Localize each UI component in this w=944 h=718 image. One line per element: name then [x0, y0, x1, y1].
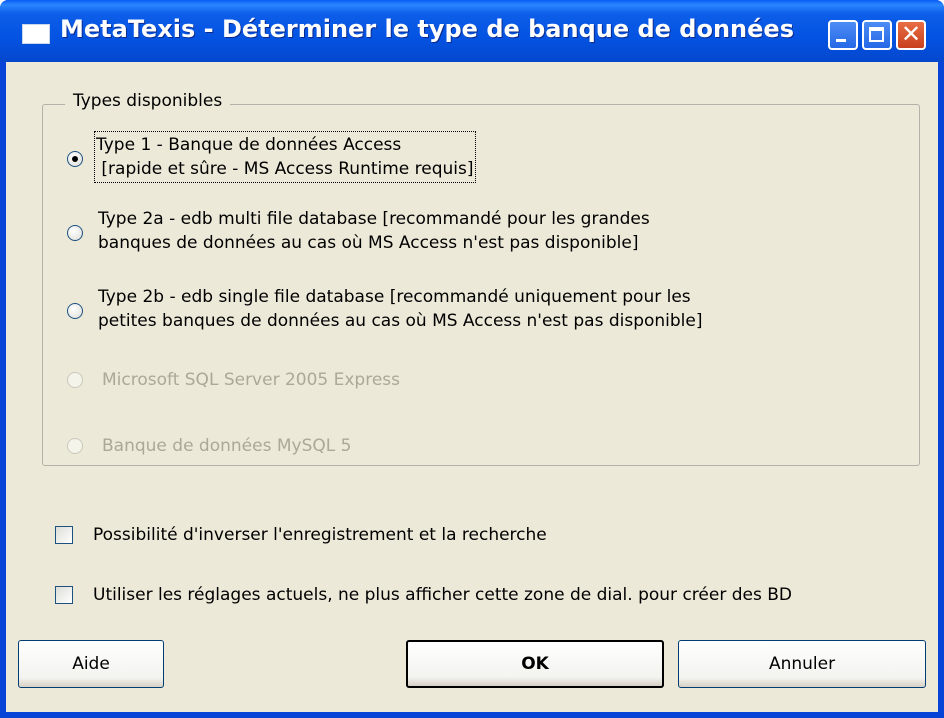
cancel-button[interactable]: Annuler — [678, 640, 926, 688]
dialog-client-area: Types disponibles Type 1 - Banque de don… — [6, 62, 938, 712]
maximize-button[interactable] — [862, 20, 892, 50]
checkbox-label-inverse[interactable]: Possibilité d'inverser l'enregistrement … — [93, 525, 547, 545]
radio-type-2b[interactable] — [67, 303, 83, 319]
dialog-window: MetaTexis - Déterminer le type de banque… — [0, 0, 944, 718]
radio-label-sql-server[interactable]: Microsoft SQL Server 2005 Express — [102, 368, 400, 392]
radio-label-type-2b[interactable]: Type 2b - edb single file database [reco… — [98, 285, 703, 333]
minimize-button[interactable] — [828, 20, 858, 50]
minimize-icon — [836, 39, 846, 42]
radio-label-type-1[interactable]: Type 1 - Banque de données Access [rapid… — [94, 131, 476, 183]
groupbox-label: Types disponibles — [65, 91, 231, 111]
window-title: MetaTexis - Déterminer le type de banque… — [60, 15, 794, 43]
title-bar[interactable]: MetaTexis - Déterminer le type de banque… — [0, 0, 944, 62]
radio-type-2a[interactable] — [67, 225, 83, 241]
ok-button[interactable]: OK — [406, 640, 664, 688]
radio-label-type-2a[interactable]: Type 2a - edb multi file database [recom… — [98, 207, 650, 255]
radio-type-1[interactable] — [67, 151, 83, 167]
maximize-icon — [869, 27, 884, 42]
close-button[interactable]: ✕ — [896, 20, 926, 50]
close-icon: ✕ — [901, 20, 922, 48]
checkbox-inverse-save-search[interactable] — [55, 526, 73, 544]
checkbox-use-current-settings[interactable] — [55, 586, 73, 604]
radio-sql-server[interactable] — [67, 372, 83, 388]
radio-mysql[interactable] — [67, 438, 83, 454]
radio-label-mysql[interactable]: Banque de données MySQL 5 — [102, 434, 351, 458]
app-window-icon — [22, 24, 50, 44]
checkbox-label-current-settings[interactable]: Utiliser les réglages actuels, ne plus a… — [93, 585, 792, 605]
help-button[interactable]: Aide — [18, 640, 164, 688]
